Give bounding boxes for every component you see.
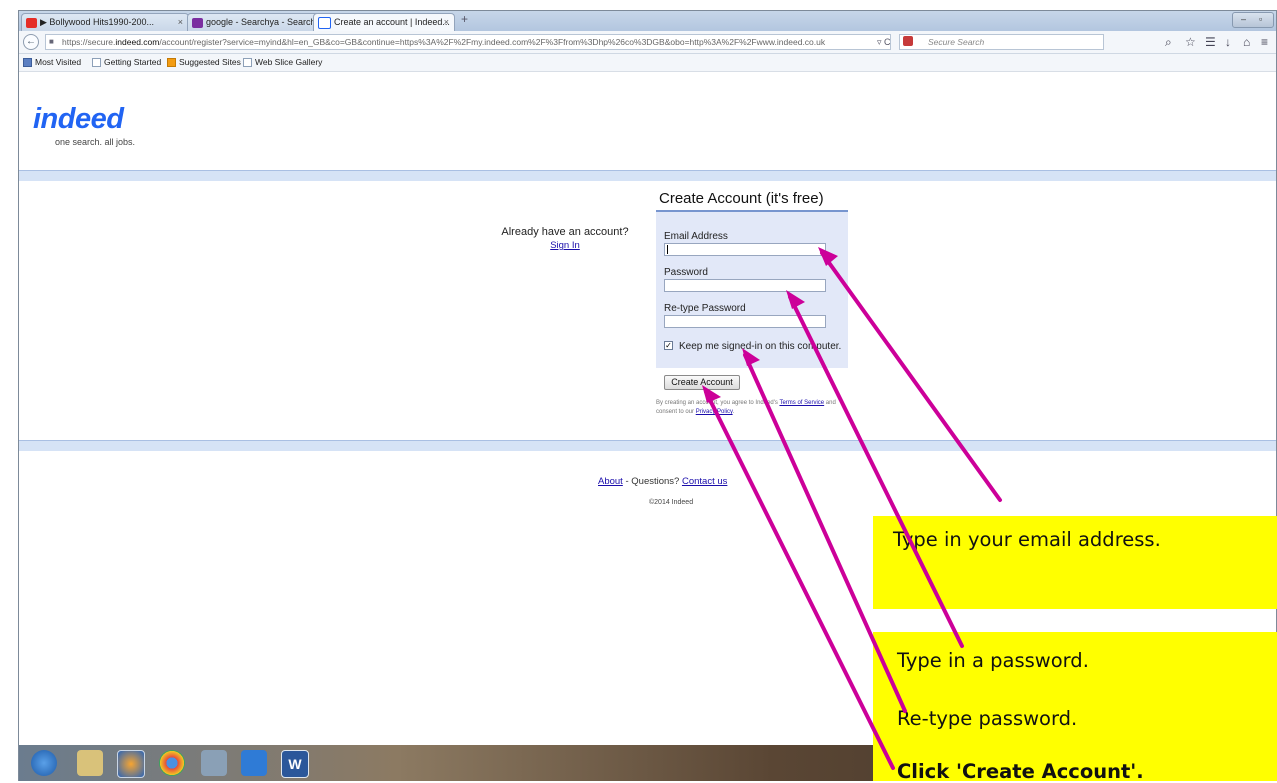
minimize-icon[interactable]: – <box>1241 14 1246 24</box>
sign-in-link[interactable]: Sign In <box>495 240 635 251</box>
bookmarks-list-icon[interactable]: ☰ <box>1205 35 1216 49</box>
reload-icon[interactable]: ▿ C <box>877 37 891 48</box>
menu-icon[interactable]: ≡ <box>1261 35 1268 49</box>
chrome-icon[interactable] <box>159 750 185 776</box>
retype-password-field[interactable] <box>664 315 826 328</box>
firefox-icon[interactable] <box>117 750 145 778</box>
logo-tagline: one search. all jobs. <box>55 137 136 147</box>
bookmark-label: Web Slice Gallery <box>255 57 323 67</box>
page-icon <box>92 58 101 68</box>
callout-password-text: Type in a password. <box>897 649 1089 672</box>
bookmark-getting-started[interactable]: Getting Started <box>92 54 161 71</box>
url-prefix: https://secure. <box>62 37 116 47</box>
bookmark-star-icon[interactable]: ☆ <box>1185 35 1196 49</box>
retype-password-label: Re-type Password <box>664 303 746 314</box>
folder-icon <box>23 58 32 68</box>
navigation-bar: ← https://secure.indeed.com/account/regi… <box>19 31 1276 54</box>
lock-icon: ■ <box>49 37 54 46</box>
callout-email: Type in your email address. <box>873 516 1277 609</box>
questions-text: - Questions? <box>622 476 682 487</box>
footer-links: About - Questions? Contact us <box>598 476 727 487</box>
callout-create-text: Click 'Create Account'. <box>897 760 1144 783</box>
privacy-policy-link[interactable]: Privacy Policy <box>696 409 733 415</box>
download-icon[interactable]: ↓ <box>1225 35 1231 49</box>
footer-band <box>19 440 1276 451</box>
callout-passwords: Type in a password. Re-type password. Cl… <box>873 632 1277 783</box>
bookmark-web-slice-gallery[interactable]: Web Slice Gallery <box>243 54 322 71</box>
bookmark-label: Suggested Sites <box>179 57 241 67</box>
about-link[interactable]: About <box>598 476 623 487</box>
indeed-icon <box>318 16 331 29</box>
search-engine-icon[interactable] <box>903 36 913 46</box>
back-button[interactable]: ← <box>23 34 39 50</box>
contact-us-link[interactable]: Contact us <box>682 476 727 487</box>
callout-email-text: Type in your email address. <box>893 528 1161 551</box>
bookmark-label: Getting Started <box>104 57 162 67</box>
word-icon[interactable]: W <box>281 750 309 778</box>
tab-create-account[interactable]: Create an account | Indeed... × <box>313 13 455 31</box>
email-label: Email Address <box>664 231 728 242</box>
close-tab-icon[interactable]: × <box>178 14 183 31</box>
tab-bollywood[interactable]: ▶ Bollywood Hits1990-200... × <box>21 13 189 31</box>
restore-icon[interactable]: ▫ <box>1259 14 1262 24</box>
start-button-icon[interactable] <box>31 750 57 776</box>
terms-text: . <box>732 409 735 415</box>
suggested-sites-icon <box>167 58 176 68</box>
tab-label: google - Searchya - Search... <box>206 17 324 27</box>
header-band <box>19 170 1276 181</box>
tab-label: ▶ Bollywood Hits1990-200... <box>40 17 154 27</box>
copyright: ©2014 Indeed <box>649 499 694 506</box>
terms-of-service-link[interactable]: Terms of Service <box>779 400 824 406</box>
email-field[interactable] <box>664 243 826 256</box>
password-label: Password <box>664 267 708 278</box>
terms-text: By creating an account, you agree to Ind… <box>656 400 780 406</box>
keep-signed-in-label[interactable]: Keep me signed-in on this computer. <box>679 341 841 352</box>
tab-strip: ▶ Bollywood Hits1990-200... × google - S… <box>19 11 1276 31</box>
app-icon[interactable] <box>201 750 227 776</box>
form-title: Create Account (it's free) <box>659 190 824 207</box>
page-icon <box>243 58 252 68</box>
text-cursor <box>667 245 668 254</box>
yahoo-icon <box>192 17 203 28</box>
close-tab-icon[interactable]: × <box>444 14 449 31</box>
youtube-icon <box>26 17 37 28</box>
bookmarks-bar: Most Visited Getting Started Suggested S… <box>19 54 1276 72</box>
url-domain: indeed.com <box>115 37 160 47</box>
keep-signed-in-checkbox[interactable]: ✓ <box>664 341 673 350</box>
new-tab-button[interactable]: + <box>461 12 468 26</box>
tab-label: Create an account | Indeed... <box>334 17 450 27</box>
form-title-underline <box>656 210 848 212</box>
already-have-account-text: Already have an account? <box>501 226 629 238</box>
explorer-icon[interactable] <box>77 750 103 776</box>
media-player-icon[interactable] <box>241 750 267 776</box>
home-icon[interactable]: ⌂ <box>1243 35 1250 49</box>
bookmark-label: Most Visited <box>35 57 82 67</box>
bookmark-suggested-sites[interactable]: Suggested Sites <box>167 54 241 71</box>
indeed-logo[interactable]: indeed <box>33 103 124 136</box>
create-account-button[interactable]: Create Account <box>664 375 740 390</box>
password-field[interactable] <box>664 279 826 292</box>
search-icon[interactable]: ⌕ <box>1165 35 1172 50</box>
url-path: /account/register?service=myind&hl=en_GB… <box>159 37 826 47</box>
tab-google-searchya[interactable]: google - Searchya - Search... × <box>187 13 333 31</box>
window-controls: – ▫ <box>1232 12 1274 28</box>
search-field[interactable]: Secure Search <box>899 34 1104 50</box>
url-bar[interactable]: https://secure.indeed.com/account/regist… <box>45 34 891 50</box>
callout-retype-text: Re-type password. <box>897 707 1078 730</box>
bookmark-most-visited[interactable]: Most Visited <box>23 54 81 71</box>
terms-notice: By creating an account, you agree to Ind… <box>656 399 854 417</box>
